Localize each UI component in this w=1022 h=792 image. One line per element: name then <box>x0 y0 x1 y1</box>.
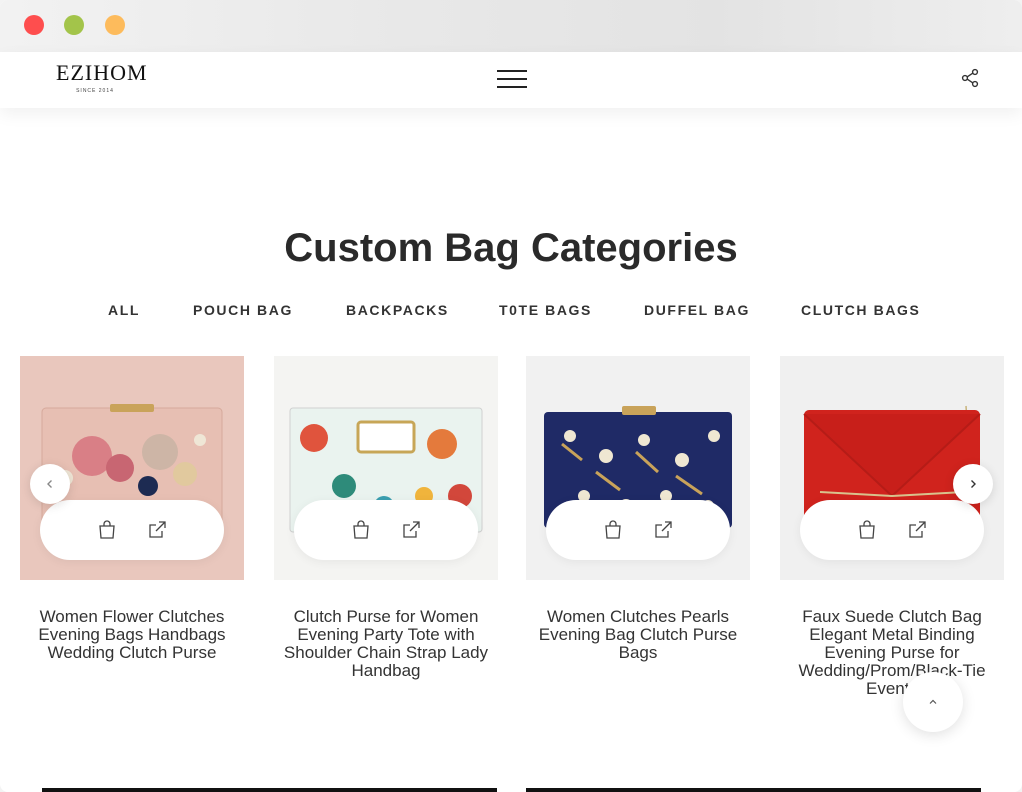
product-actions <box>800 500 984 560</box>
site-logo[interactable]: EZIHOM SINCE 2014 <box>56 60 148 96</box>
logo-since: SINCE 2014 <box>76 88 114 94</box>
section-divider <box>526 788 981 792</box>
window-titlebar <box>0 0 1022 52</box>
maximize-window-button[interactable] <box>105 15 125 35</box>
back-to-top-button[interactable] <box>903 672 963 732</box>
tab-backpacks[interactable]: BACKPACKS <box>346 302 449 318</box>
product-title[interactable]: Women Clutches Pearls Evening Bag Clutch… <box>526 608 750 662</box>
chevron-right-icon <box>971 480 976 488</box>
tab-clutch-bags[interactable]: CLUTCH BAGS <box>801 302 920 318</box>
shopping-bag-icon[interactable] <box>856 519 878 541</box>
product-title[interactable]: Clutch Purse for Women Evening Party Tot… <box>274 608 498 680</box>
product-title[interactable]: Faux Suede Clutch Bag Elegant Metal Bind… <box>780 608 1004 698</box>
tab-all[interactable]: ALL <box>108 302 140 318</box>
external-link-icon[interactable] <box>652 519 674 541</box>
chevron-up-icon <box>929 699 937 704</box>
product-title[interactable]: Women Flower Clutches Evening Bags Handb… <box>20 608 244 662</box>
shopping-bag-icon[interactable] <box>350 519 372 541</box>
share-icon[interactable] <box>960 68 980 88</box>
external-link-icon[interactable] <box>146 519 168 541</box>
shopping-bag-icon[interactable] <box>96 519 118 541</box>
shopping-bag-icon[interactable] <box>602 519 624 541</box>
section-title: Custom Bag Categories <box>284 226 738 270</box>
external-link-icon[interactable] <box>400 519 422 541</box>
section-divider <box>42 788 497 792</box>
external-link-icon[interactable] <box>906 519 928 541</box>
browser-window: EZIHOM SINCE 2014 Custom Bag Categories … <box>0 0 1022 792</box>
logo-wordmark: EZIHOM <box>56 60 148 85</box>
carousel-prev-button[interactable] <box>30 464 70 504</box>
tab-pouch-bag[interactable]: POUCH BAG <box>193 302 293 318</box>
close-window-button[interactable] <box>24 15 44 35</box>
site-header: EZIHOM SINCE 2014 <box>0 52 1022 108</box>
product-actions <box>294 500 478 560</box>
hamburger-icon[interactable] <box>497 70 527 90</box>
chevron-left-icon <box>47 480 52 488</box>
tab-tote-bags[interactable]: T0TE BAGS <box>499 302 592 318</box>
minimize-window-button[interactable] <box>64 15 84 35</box>
product-actions <box>40 500 224 560</box>
category-tabs: ALL POUCH BAG BACKPACKS T0TE BAGS DUFFEL… <box>0 302 1022 322</box>
tab-duffel-bag[interactable]: DUFFEL BAG <box>644 302 750 318</box>
product-actions <box>546 500 730 560</box>
carousel-next-button[interactable] <box>953 464 993 504</box>
